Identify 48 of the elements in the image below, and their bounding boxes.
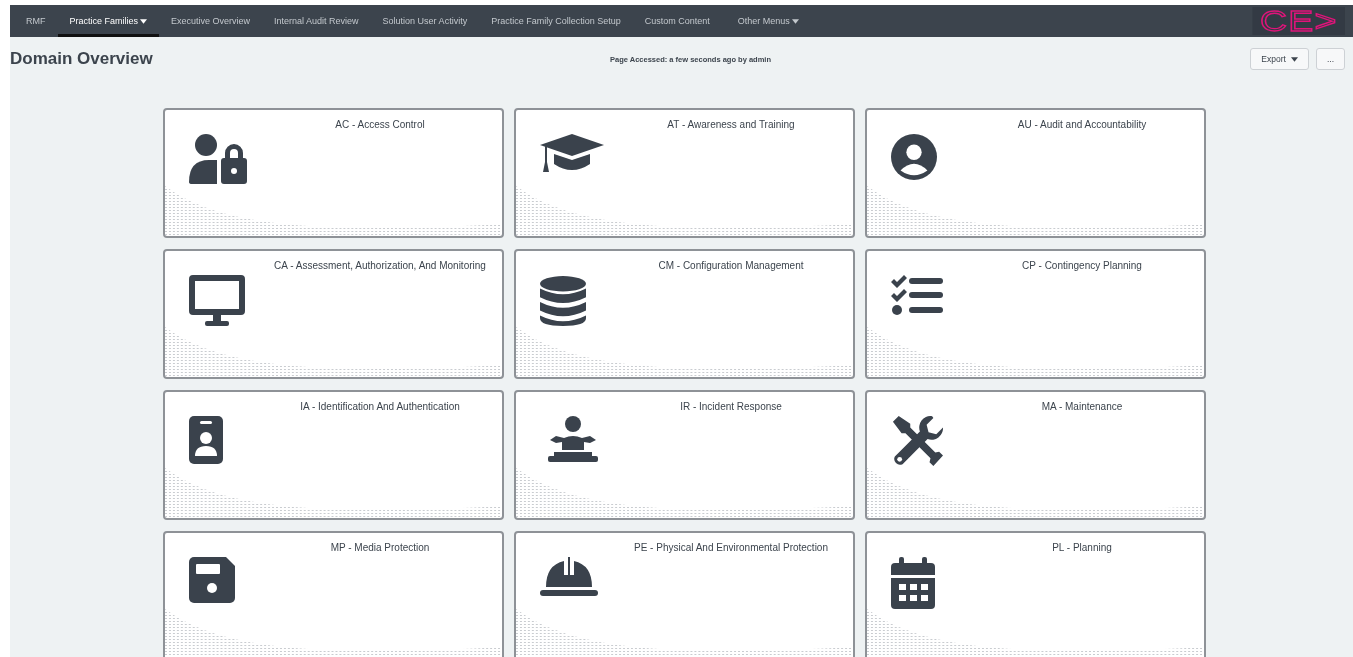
domain-card[interactable]: MP - Media Protection xyxy=(163,531,504,657)
domain-title: IR - Incident Response xyxy=(679,400,783,413)
monitor-icon xyxy=(189,275,245,327)
export-button[interactable]: Export xyxy=(1250,48,1309,70)
page-title: Domain Overview xyxy=(10,49,153,69)
calendar-icon xyxy=(891,557,935,609)
nav-tab[interactable]: Practice Families xyxy=(57,5,159,37)
domain-title: IA - Identification And Authentication xyxy=(299,400,461,413)
domain-title: MA - Maintenance xyxy=(1040,400,1124,413)
caret-icon xyxy=(140,18,147,24)
domain-card[interactable]: IA - Identification And Authentication xyxy=(163,390,504,520)
nav-tab[interactable]: Other Menus xyxy=(721,5,811,37)
hard-hat-icon xyxy=(540,557,598,597)
domain-title: AC - Access Control xyxy=(334,118,426,131)
domain-card[interactable]: AC - Access Control xyxy=(163,108,504,238)
domain-title: PE - Physical And Environmental Protection xyxy=(633,541,829,554)
domain-title: MP - Media Protection xyxy=(329,541,431,554)
checklist-icon xyxy=(891,275,943,315)
domain-title: PL - Planning xyxy=(1051,541,1113,554)
caret-icon xyxy=(1290,56,1298,62)
database-icon xyxy=(540,275,586,327)
domain-card[interactable]: CP - Contingency Planning xyxy=(865,249,1206,379)
domain-title: CA - Assessment, Authorization, And Monitoring xyxy=(273,259,487,272)
nav-tab[interactable]: Solution User Activity xyxy=(370,5,480,37)
domain-title: AU - Audit and Accountability xyxy=(1016,118,1148,131)
domain-card[interactable]: AT - Awareness and Training xyxy=(514,108,855,238)
nav-tab[interactable]: RMF xyxy=(14,5,58,37)
domain-card[interactable]: AU - Audit and Accountability xyxy=(865,108,1206,238)
caret-icon xyxy=(791,18,799,24)
domain-card[interactable]: CA - Assessment, Authorization, And Monitoring xyxy=(163,249,504,379)
nav-tab[interactable]: Internal Audit Review xyxy=(262,5,371,37)
more-button[interactable]: ... xyxy=(1315,48,1345,70)
domain-card[interactable]: PE - Physical And Environmental Protection xyxy=(514,531,855,657)
domain-title: CP - Contingency Planning xyxy=(1021,259,1143,272)
domain-title: CM - Configuration Management xyxy=(657,259,805,272)
domain-card[interactable]: CM - Configuration Management xyxy=(514,249,855,379)
id-badge-icon xyxy=(189,416,223,464)
domain-card[interactable]: IR - Incident Response xyxy=(514,390,855,520)
nav-tab[interactable]: Custom Content xyxy=(632,5,722,37)
domain-title: AT - Awareness and Training xyxy=(666,118,796,131)
domain-card[interactable]: PL - Planning xyxy=(865,531,1206,657)
logo: CE> xyxy=(1252,7,1345,35)
nav-tab[interactable]: Executive Overview xyxy=(159,5,263,37)
user-circle-icon xyxy=(891,134,937,180)
graduation-cap-icon xyxy=(540,134,604,174)
domain-card[interactable]: MA - Maintenance xyxy=(865,390,1206,520)
wrench-screwdriver-icon xyxy=(891,416,943,468)
nav-tab[interactable]: Practice Family Collection Setup xyxy=(479,5,633,37)
